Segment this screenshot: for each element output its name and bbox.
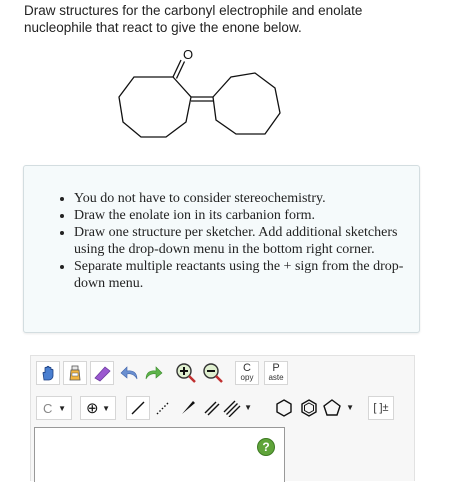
triple-bond-select[interactable]: ▼ bbox=[223, 396, 253, 420]
oxygen-label: O bbox=[183, 47, 193, 62]
benzene-button[interactable] bbox=[297, 396, 321, 420]
undo-button[interactable] bbox=[118, 361, 142, 385]
instruction-item: You do not have to consider stereochemis… bbox=[74, 190, 409, 207]
paste-label-top: P bbox=[272, 362, 280, 374]
flask-icon bbox=[69, 365, 81, 381]
zoom-out-button[interactable] bbox=[201, 361, 225, 385]
pentagon-icon bbox=[323, 399, 341, 416]
eraser-button[interactable] bbox=[90, 361, 114, 385]
instruction-item: Separate multiple reactants using the + … bbox=[74, 258, 409, 292]
copy-label-top: C bbox=[243, 362, 251, 374]
cycloheptanone-ring bbox=[118, 76, 192, 138]
benzene-icon bbox=[301, 399, 317, 417]
hexagon-icon bbox=[276, 399, 292, 417]
cyclohexane-button[interactable] bbox=[272, 396, 296, 420]
ring-select[interactable]: ▼ bbox=[322, 396, 360, 420]
bracket-label: [ ]± bbox=[373, 402, 389, 414]
zoom-in-button[interactable] bbox=[174, 361, 198, 385]
bracket-button[interactable]: [ ]± bbox=[368, 396, 394, 420]
structure-sketcher: C opy P aste C ▼ ⊕ ▼ ▼ ▼ []± ? bbox=[30, 355, 415, 482]
single-bond-icon bbox=[131, 401, 145, 415]
copy-label-bottom: opy bbox=[240, 373, 254, 382]
chevron-down-icon: ▼ bbox=[346, 403, 354, 412]
element-select[interactable]: C ▼ bbox=[36, 396, 72, 420]
paste-label-bottom: aste bbox=[268, 373, 284, 382]
question-text: Draw structures for the carbonyl electro… bbox=[24, 3, 363, 35]
wedge-bond-button[interactable] bbox=[176, 396, 200, 420]
instructions-list: You do not have to consider stereochemis… bbox=[24, 166, 419, 292]
hashed-bond-button[interactable] bbox=[151, 396, 175, 420]
triple-bond-icon bbox=[223, 400, 241, 417]
instructions-panel: You do not have to consider stereochemis… bbox=[23, 165, 420, 333]
eraser-icon bbox=[94, 366, 111, 382]
cycloheptylidene-ring bbox=[212, 72, 281, 135]
hand-icon bbox=[42, 365, 54, 381]
instruction-item: Draw one structure per sketcher. Add add… bbox=[74, 224, 409, 258]
charge-select[interactable]: ⊕ ▼ bbox=[80, 396, 116, 420]
chevron-down-icon: ▼ bbox=[244, 403, 252, 412]
chevron-down-icon: ▼ bbox=[58, 404, 66, 413]
hand-tool-button[interactable] bbox=[36, 361, 60, 385]
single-bond-button[interactable] bbox=[126, 396, 150, 420]
zoom-in-icon bbox=[176, 363, 196, 383]
wedge-bond-icon bbox=[182, 401, 195, 414]
paste-button[interactable]: P aste bbox=[264, 361, 288, 385]
instruction-item: Draw the enolate ion in its carbanion fo… bbox=[74, 207, 409, 224]
redo-button[interactable] bbox=[141, 361, 165, 385]
redo-icon bbox=[145, 366, 163, 380]
double-bond-icon bbox=[204, 401, 220, 416]
element-label: C bbox=[43, 400, 53, 416]
undo-icon bbox=[120, 366, 138, 380]
chevron-down-icon: ▼ bbox=[102, 404, 110, 413]
help-button[interactable]: ? bbox=[257, 438, 275, 456]
hashed-bond-icon bbox=[156, 401, 170, 415]
double-bond-button[interactable] bbox=[200, 396, 224, 420]
clear-tool-button[interactable] bbox=[63, 361, 87, 385]
copy-button[interactable]: C opy bbox=[235, 361, 259, 385]
charge-plus-icon: ⊕ bbox=[86, 400, 99, 417]
zoom-out-icon bbox=[203, 363, 223, 383]
drawing-canvas[interactable]: ? bbox=[34, 427, 285, 482]
enone-structure: O bbox=[118, 47, 281, 138]
